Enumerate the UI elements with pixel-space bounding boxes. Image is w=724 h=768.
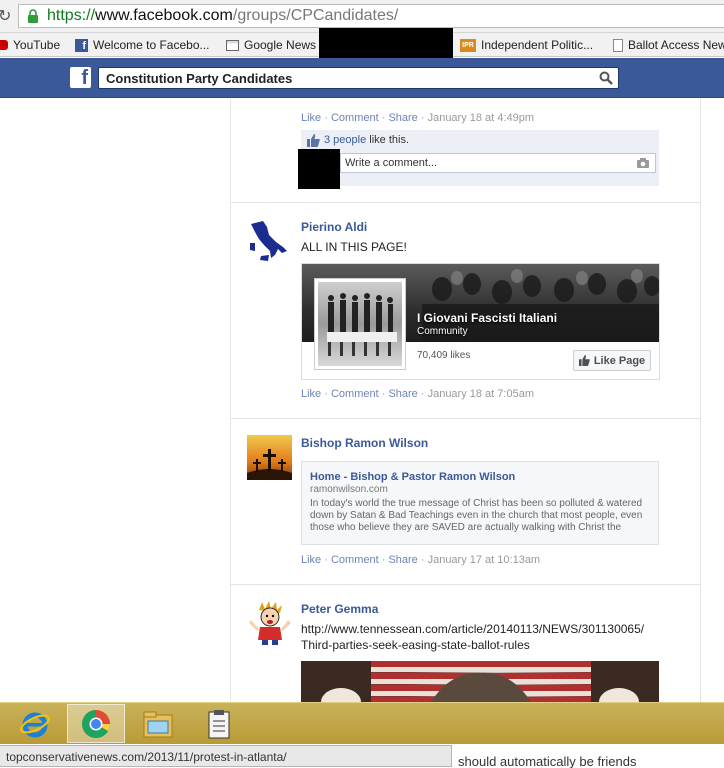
bookmark-label: YouTube [13,38,61,52]
facebook-header: f Constitution Party Candidates [0,58,724,98]
page-profile-picture[interactable] [314,278,406,370]
search-value: Constitution Party Candidates [106,71,293,86]
taskbar-internet-explorer[interactable] [6,704,64,743]
bookmark-facebook[interactable]: f Welcome to Facebo... [75,37,210,53]
post-actions: Like · Comment · Share · January 18 at 7… [301,388,534,400]
link-preview-image[interactable] [301,661,659,702]
reload-icon[interactable]: ↻ [0,6,11,26]
post-author[interactable]: Peter Gemma [301,602,378,616]
share-link[interactable]: Share [388,554,417,566]
like-link[interactable]: Like [301,554,321,566]
thumbs-up-icon [307,134,320,147]
lock-icon [28,9,38,23]
post-separator [231,418,700,419]
comment-link[interactable]: Comment [331,112,379,124]
news-icon [226,39,239,51]
likes-suffix: like this. [366,134,410,146]
like-page-label: Like Page [593,354,646,367]
youtube-icon [0,40,8,50]
crosses-sunset-avatar [247,435,292,480]
chrome-icon [82,709,110,738]
comment-link[interactable]: Comment [331,388,379,400]
bookmark-google-news[interactable]: Google News [226,37,316,53]
page-title[interactable]: I Giovani Fascisti Italiani [417,311,557,325]
link-domain: ramonwilson.com [310,484,388,495]
comment-avatar-redacted [298,149,340,189]
avatar[interactable] [247,435,292,480]
taskbar-file-explorer[interactable] [129,704,187,743]
browser-status-bar: should automatically be friends topconse… [0,744,724,768]
camera-icon[interactable] [637,158,649,168]
like-link[interactable]: Like [301,112,321,124]
bookmark-ballot-access[interactable]: Ballot Access New [613,37,724,53]
post-timestamp[interactable]: January 18 at 4:49pm [428,112,534,124]
shared-page-card[interactable]: I Giovani Fascisti Italiani Community 70… [301,263,660,380]
cartoon-kid-avatar [247,600,292,645]
clipboard-icon [208,709,230,738]
ipr-icon: IPR [460,38,476,52]
post-message: ALL IN THIS PAGE! [301,240,407,254]
page-icon [613,38,623,52]
bookmark-independent-politics[interactable]: IPR Independent Politic... [460,37,593,53]
bookmark-label: Welcome to Facebo... [93,38,210,52]
feed-border [700,99,701,702]
redaction-block [319,28,453,58]
like-page-button[interactable]: Like Page [573,350,651,371]
search-input[interactable]: Constitution Party Candidates [98,67,619,89]
likes-summary: 3 people like this. [324,134,409,146]
bookmark-label: Ballot Access New [628,38,724,52]
left-column [0,99,231,702]
italy-map-avatar [247,218,292,263]
obscured-page-text: should automatically be friends [458,754,637,768]
bookmark-youtube[interactable]: YouTube [0,37,60,53]
post-timestamp[interactable]: January 17 at 10:13am [428,554,541,566]
like-link[interactable]: Like [301,388,321,400]
post-actions: Like · Comment · Share · January 18 at 4… [301,112,534,124]
avatar[interactable] [247,218,292,263]
comment-input[interactable]: Write a comment... [340,153,656,173]
post-timestamp[interactable]: January 18 at 7:05am [428,388,534,400]
bookmark-label: Google News [244,38,317,52]
address-bar[interactable]: https://www.facebook.com/groups/CPCandid… [18,4,724,28]
url-path: /groups/CPCandidates/ [232,7,399,24]
bookmark-label: Independent Politic... [481,38,594,52]
post-separator [231,584,700,585]
avatar[interactable] [247,600,292,645]
taskbar-document-app[interactable] [190,704,248,743]
share-link[interactable]: Share [388,112,417,124]
url-scheme: https:// [47,7,96,24]
marching-youth-image [318,282,402,366]
post-author[interactable]: Bishop Ramon Wilson [301,436,428,450]
shared-link-card[interactable]: Home - Bishop & Pastor Ramon Wilson ramo… [301,461,659,545]
page-likes-count: 70,409 likes [417,350,471,361]
post-actions: Like · Comment · Share · January 17 at 1… [301,554,541,566]
facebook-icon: f [75,38,88,52]
facebook-logo-icon[interactable]: f [70,67,91,89]
post-message-link-line1[interactable]: http://www.tennessean.com/article/201401… [301,622,644,636]
post-author[interactable]: Pierino Aldi [301,220,367,234]
link-title[interactable]: Home - Bishop & Pastor Ramon Wilson [310,471,515,483]
comment-placeholder: Write a comment... [345,157,438,169]
page-category: Community [417,326,468,337]
status-hover-url: topconservativenews.com/2013/11/protest-… [0,745,452,767]
thumbs-up-icon [578,355,590,366]
internet-explorer-icon [20,712,50,737]
likes-people-link[interactable]: 3 people [324,134,366,146]
flag-eagle-image [301,661,659,702]
post-separator [231,202,700,203]
share-link[interactable]: Share [388,388,417,400]
comment-link[interactable]: Comment [331,554,379,566]
link-description: In today's world the true message of Chr… [310,498,643,533]
windows-taskbar [0,702,724,744]
url-host: www.facebook.com [95,7,233,24]
url-text: https://www.facebook.com/groups/CPCandid… [47,7,398,25]
post-message-link-line2[interactable]: Third-parties-seek-easing-state-ballot-r… [301,638,530,652]
search-icon[interactable] [599,71,613,85]
folder-icon [143,711,173,737]
taskbar-chrome[interactable] [67,704,125,743]
